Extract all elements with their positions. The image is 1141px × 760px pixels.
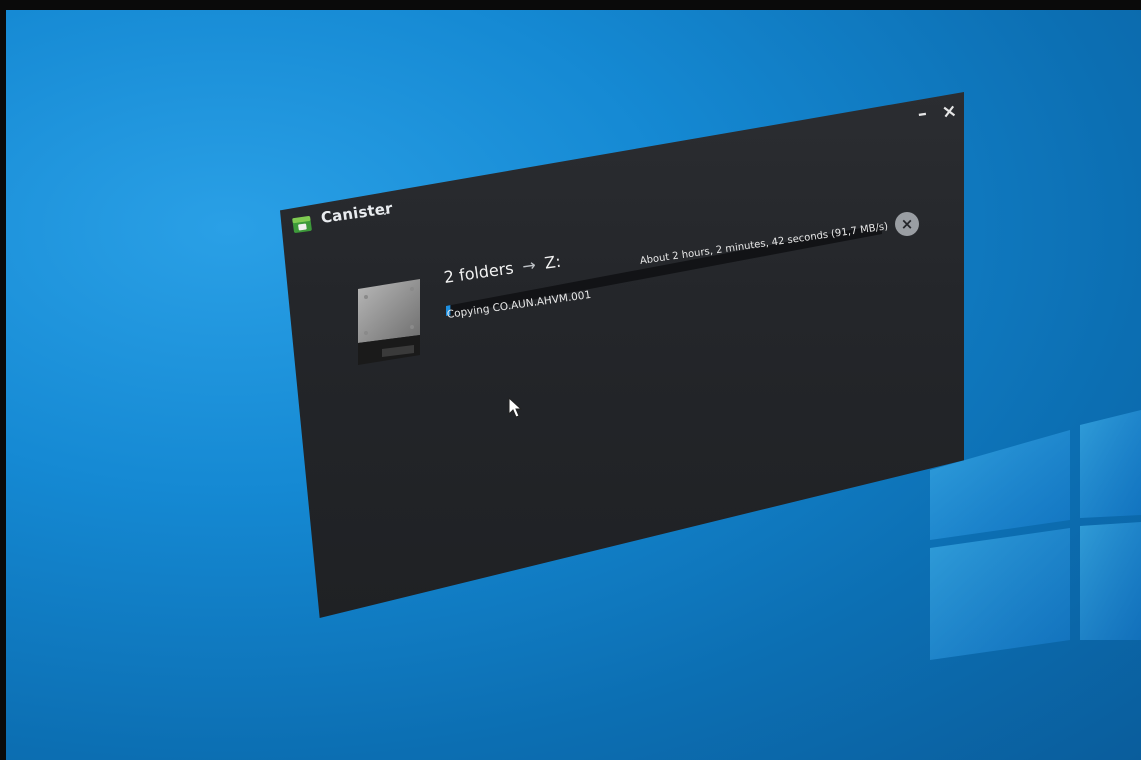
monitor-bezel-left <box>0 0 6 760</box>
desktop: Canister ⌄ – × × 2 folders → Z: About 2 … <box>0 0 1141 760</box>
monitor-bezel-top <box>0 0 1141 10</box>
